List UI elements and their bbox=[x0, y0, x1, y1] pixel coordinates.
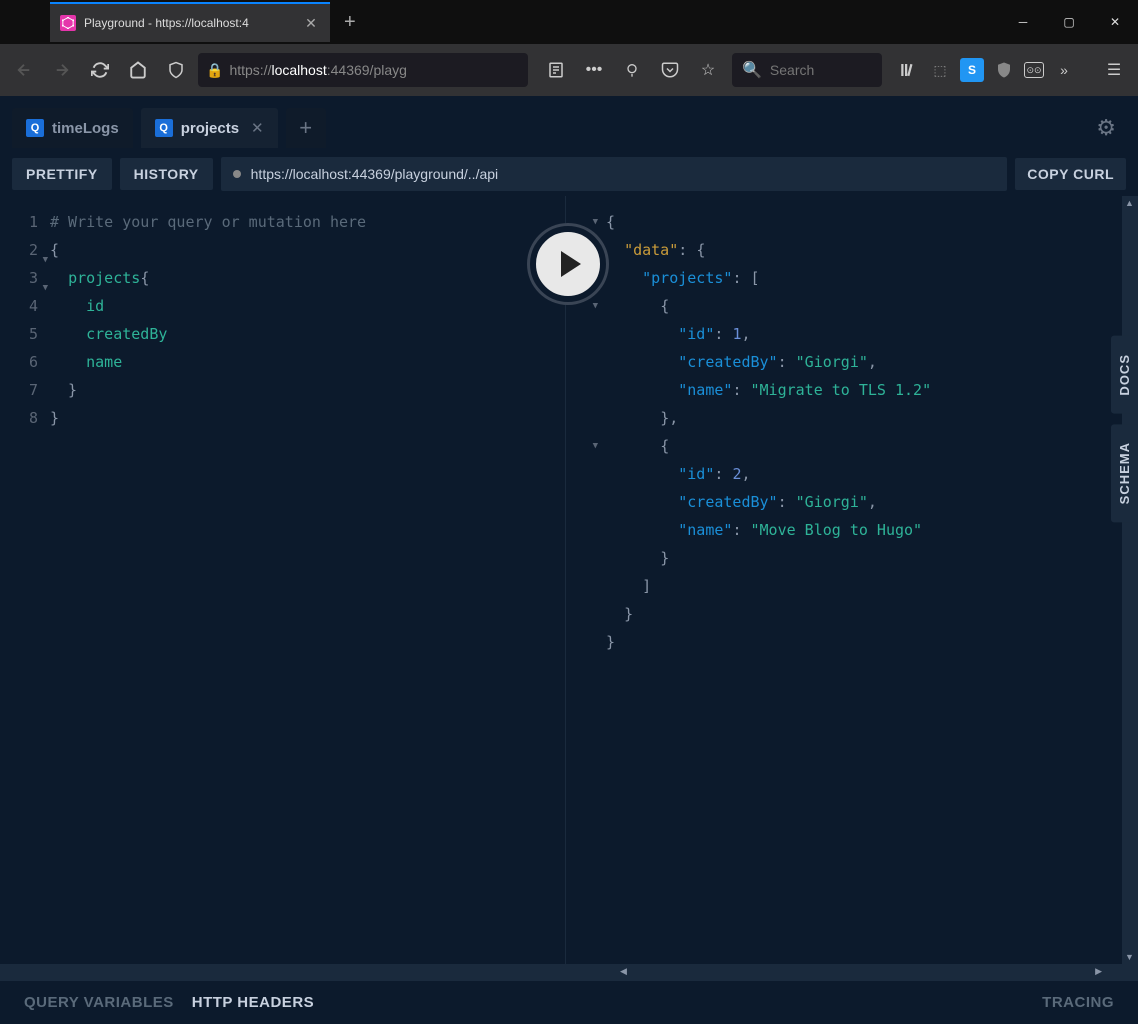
ext-box-icon[interactable]: ⊙⊙ bbox=[1024, 62, 1044, 78]
ext-s-icon[interactable]: S bbox=[960, 58, 984, 82]
star-icon[interactable]: ☆ bbox=[694, 56, 722, 84]
window-controls: ─ ▢ ✕ bbox=[1000, 7, 1138, 37]
back-button[interactable] bbox=[8, 54, 40, 86]
forward-button[interactable] bbox=[46, 54, 78, 86]
fold-icon[interactable]: ▼ bbox=[593, 292, 598, 320]
ublock-icon[interactable] bbox=[992, 58, 1016, 82]
settings-icon[interactable]: ⚙ bbox=[1096, 115, 1126, 141]
browser-chrome: Playground - https://localhost:4 ✕ + ─ ▢… bbox=[0, 0, 1138, 96]
url-bar[interactable]: 🔒 https://localhost:44369/playg bbox=[198, 53, 528, 87]
bottom-bar: QUERY VARIABLES HTTP HEADERS TRACING bbox=[0, 980, 1138, 1024]
library-icon[interactable] bbox=[896, 58, 920, 82]
menu-button[interactable]: ☰ bbox=[1098, 54, 1130, 86]
overflow-icon[interactable]: » bbox=[1052, 58, 1076, 82]
close-window-button[interactable]: ✕ bbox=[1092, 7, 1138, 37]
url-text: https://localhost:44369/playg bbox=[229, 62, 406, 78]
reload-button[interactable] bbox=[84, 54, 116, 86]
search-input[interactable] bbox=[770, 62, 872, 78]
execute-button[interactable] bbox=[530, 226, 606, 302]
prettify-button[interactable]: PRETTIFY bbox=[12, 158, 112, 190]
search-icon: 🔍 bbox=[742, 60, 762, 80]
history-button[interactable]: HISTORY bbox=[120, 158, 213, 190]
endpoint-status-icon bbox=[233, 170, 241, 178]
add-tab-button[interactable]: + bbox=[286, 108, 326, 148]
reader-icon[interactable] bbox=[542, 56, 570, 84]
endpoint-input[interactable]: https://localhost:44369/playground/../ap… bbox=[221, 157, 1008, 191]
fold-icon[interactable]: ▼ bbox=[593, 208, 598, 236]
home-button[interactable] bbox=[122, 54, 154, 86]
tab-projects[interactable]: Q projects ✕ bbox=[141, 108, 278, 148]
graphql-favicon bbox=[60, 15, 76, 31]
tab-strip: Playground - https://localhost:4 ✕ + ─ ▢… bbox=[0, 0, 1138, 44]
new-tab-button[interactable]: + bbox=[330, 11, 370, 34]
more-icon[interactable]: ••• bbox=[580, 56, 608, 84]
scrollbar-horizontal[interactable] bbox=[0, 964, 1138, 980]
close-tab-icon[interactable]: ✕ bbox=[251, 119, 264, 137]
query-icon: Q bbox=[26, 119, 44, 137]
close-tab-icon[interactable]: ✕ bbox=[302, 14, 320, 32]
endpoint-url: https://localhost:44369/playground/../ap… bbox=[251, 166, 499, 182]
pocket-icon[interactable] bbox=[656, 56, 684, 84]
shield-icon[interactable] bbox=[160, 54, 192, 86]
http-headers-tab[interactable]: HTTP HEADERS bbox=[192, 994, 314, 1011]
tab-title: Playground - https://localhost:4 bbox=[84, 16, 294, 30]
query-icon: Q bbox=[155, 119, 173, 137]
docs-tab[interactable]: DOCS bbox=[1111, 336, 1138, 414]
fold-icon[interactable]: ▼ bbox=[593, 432, 598, 460]
playground-app: Q timeLogs Q projects ✕ + ⚙ PRETTIFY HIS… bbox=[0, 96, 1138, 1024]
query-editor[interactable]: 1# Write your query or mutation here 2▼{… bbox=[0, 196, 565, 964]
search-bar[interactable]: 🔍 bbox=[732, 53, 882, 87]
query-variables-tab[interactable]: QUERY VARIABLES bbox=[24, 994, 174, 1011]
action-bar: PRETTIFY HISTORY https://localhost:44369… bbox=[0, 152, 1138, 196]
result-viewer[interactable]: ▼{▼ "data": {▼ "projects": [▼ { "id": 1,… bbox=[565, 196, 1138, 964]
maximize-button[interactable]: ▢ bbox=[1046, 7, 1092, 37]
bulb-icon[interactable] bbox=[618, 56, 646, 84]
scrollbar-vertical[interactable] bbox=[1122, 196, 1138, 964]
editor-area: 1# Write your query or mutation here 2▼{… bbox=[0, 196, 1138, 964]
nav-bar: 🔒 https://localhost:44369/playg ••• ☆ 🔍 … bbox=[0, 44, 1138, 96]
dev-icon[interactable]: ⬚ bbox=[928, 58, 952, 82]
browser-tab[interactable]: Playground - https://localhost:4 ✕ bbox=[50, 2, 330, 42]
copy-curl-button[interactable]: COPY CURL bbox=[1015, 158, 1126, 190]
schema-tab[interactable]: SCHEMA bbox=[1111, 424, 1138, 522]
lock-icon: 🔒 bbox=[206, 62, 223, 79]
tab-timelogs[interactable]: Q timeLogs bbox=[12, 108, 133, 148]
minimize-button[interactable]: ─ bbox=[1000, 7, 1046, 37]
tracing-tab[interactable]: TRACING bbox=[1042, 994, 1114, 1011]
app-tab-strip: Q timeLogs Q projects ✕ + ⚙ bbox=[0, 96, 1138, 152]
